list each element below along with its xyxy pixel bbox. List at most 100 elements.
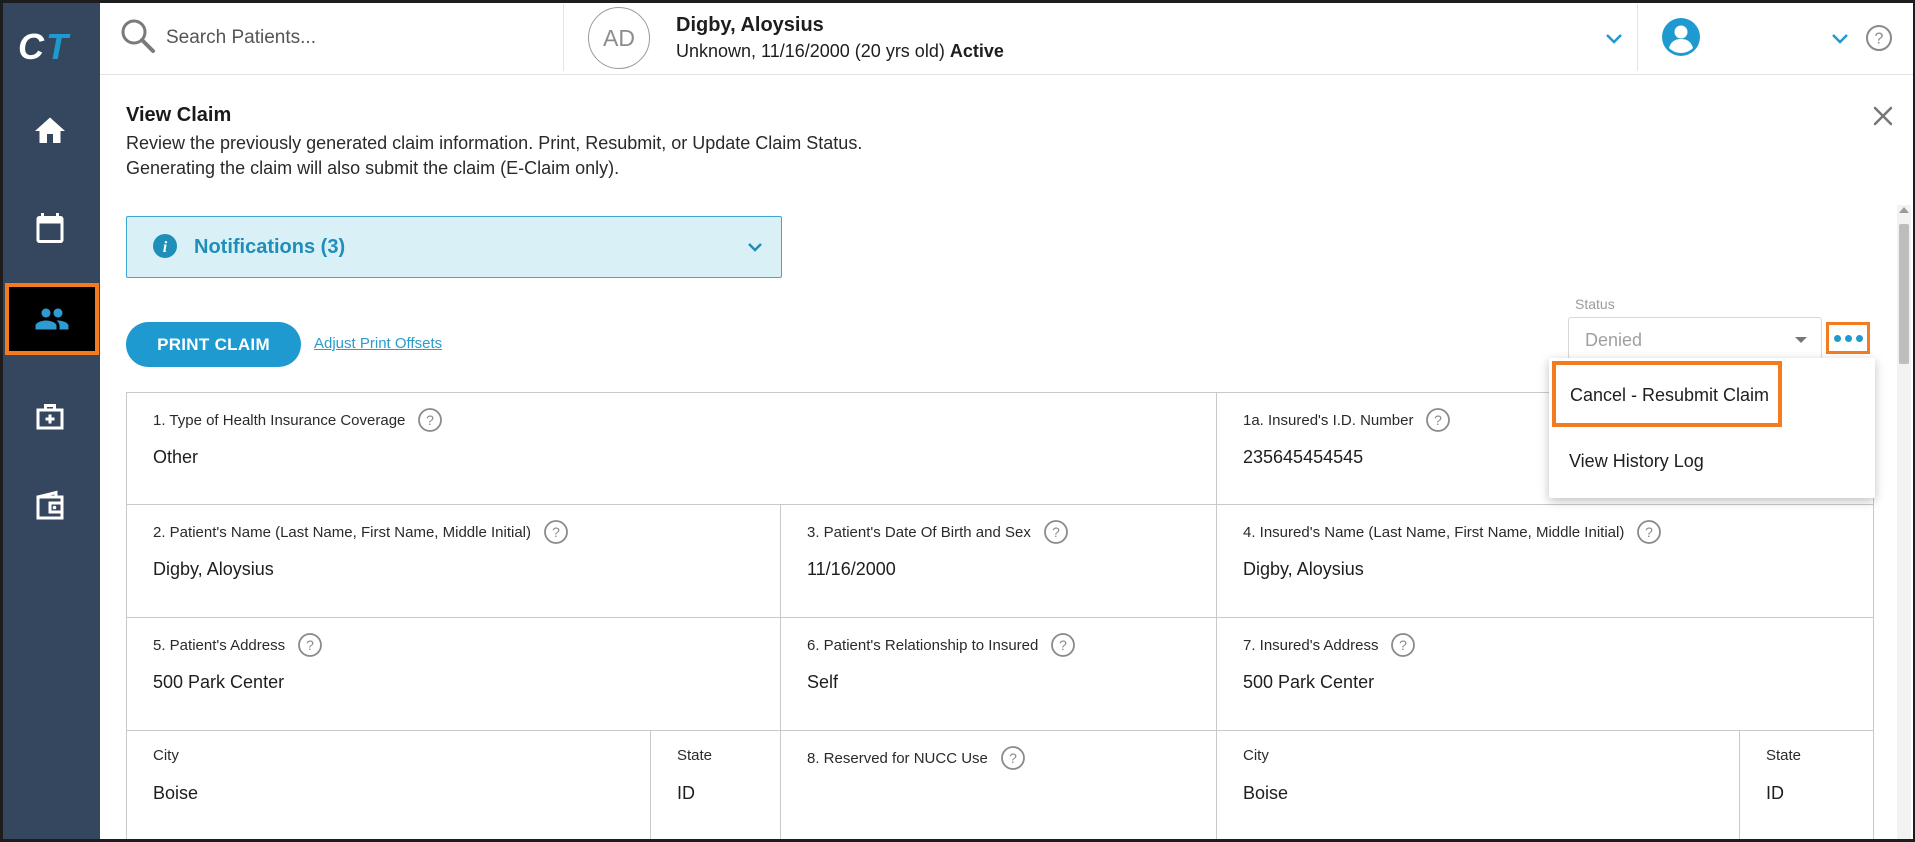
- svg-text:?: ?: [1435, 412, 1443, 428]
- insured-state-value: ID: [1766, 783, 1784, 803]
- field-3-value: 11/16/2000: [807, 559, 896, 579]
- help-icon[interactable]: ?: [1865, 24, 1893, 52]
- user-avatar-icon[interactable]: [1661, 17, 1701, 57]
- svg-text:C: C: [18, 26, 45, 66]
- page-description: Review the previously generated claim in…: [126, 131, 1026, 181]
- field-label: 1. Type of Health Insurance Coverage ?: [153, 407, 443, 433]
- adjust-print-offsets-link[interactable]: Adjust Print Offsets: [314, 335, 442, 352]
- insured-city-value: Boise: [1243, 783, 1289, 803]
- help-icon[interactable]: ?: [297, 632, 323, 658]
- more-dot-icon: [1833, 334, 1841, 342]
- claim-field-7: 7. Insured's Address ? 500 Park Center: [1217, 618, 1874, 731]
- sidebar-item-home[interactable]: [0, 95, 100, 167]
- page-title: View Claim: [126, 104, 232, 126]
- more-dot-icon: [1855, 334, 1863, 342]
- status-value: Denied: [1585, 330, 1643, 350]
- notifications-label: Notifications (3): [194, 236, 346, 258]
- claim-field-1: 1. Type of Health Insurance Coverage ? O…: [127, 393, 1217, 505]
- help-icon[interactable]: ?: [417, 407, 443, 433]
- insured-city-label: City: [1243, 747, 1269, 764]
- svg-text:?: ?: [1645, 524, 1653, 540]
- info-icon: i: [153, 234, 177, 258]
- sidebar: C T: [0, 0, 100, 842]
- page-description-line-1: Review the previously generated claim in…: [126, 133, 863, 153]
- patient-status: Active: [949, 41, 1004, 61]
- more-options-button[interactable]: [1826, 322, 1870, 354]
- topbar-divider-2: [1637, 4, 1638, 71]
- claim-field-5: 5. Patient's Address ? 500 Park Center: [127, 618, 781, 731]
- print-claim-button[interactable]: PRINT CLAIM: [126, 322, 301, 367]
- svg-text:?: ?: [1400, 637, 1408, 653]
- scrollbar-thumb[interactable]: [1899, 224, 1909, 364]
- wallet-icon: [36, 490, 64, 520]
- menu-item-view-history-log[interactable]: View History Log: [1549, 434, 1875, 490]
- field-5-label: 5. Patient's Address: [153, 636, 286, 654]
- sidebar-item-medical[interactable]: [0, 380, 100, 452]
- user-chevron-down-icon[interactable]: [1828, 26, 1852, 50]
- home-icon: [35, 117, 65, 143]
- status-select[interactable]: Denied: [1568, 317, 1822, 363]
- patient-search-input[interactable]: [166, 22, 546, 54]
- field-6-value: Self: [807, 672, 839, 692]
- claim-field-2: 2. Patient's Name (Last Name, First Name…: [127, 505, 781, 618]
- field-1-value: Other: [153, 447, 199, 467]
- claim-field-6: 6. Patient's Relationship to Insured ? S…: [781, 618, 1217, 731]
- help-icon[interactable]: ?: [1425, 407, 1451, 433]
- more-dot-icon: [1844, 334, 1852, 342]
- svg-text:?: ?: [306, 637, 314, 653]
- sidebar-item-patients[interactable]: [5, 283, 99, 355]
- field-1a-label: 1a. Insured's I.D. Number: [1243, 411, 1414, 429]
- help-icon[interactable]: ?: [1000, 745, 1026, 771]
- patient-state-label: State: [677, 747, 713, 764]
- field-label: 3. Patient's Date Of Birth and Sex ?: [807, 519, 1069, 545]
- field-label: 7. Insured's Address ?: [1243, 632, 1416, 658]
- more-options-menu: Cancel - Resubmit Claim View History Log: [1549, 358, 1875, 498]
- patient-chevron-down-icon[interactable]: [1602, 26, 1626, 50]
- patient-details-text: Unknown, 11/16/2000 (20 yrs old): [676, 41, 945, 61]
- claim-field-8: 8. Reserved for NUCC Use ?: [781, 731, 1217, 842]
- notifications-panel[interactable]: i Notifications (3): [126, 216, 782, 278]
- field-6-label: 6. Patient's Relationship to Insured: [807, 636, 1039, 654]
- claim-field-insured-city: City Boise: [1217, 731, 1740, 842]
- claim-field-patient-city: City Boise: [127, 731, 651, 842]
- claim-field-3: 3. Patient's Date Of Birth and Sex ? 11/…: [781, 505, 1217, 618]
- field-label: 8. Reserved for NUCC Use ?: [807, 745, 1026, 771]
- field-8-label: 8. Reserved for NUCC Use: [807, 749, 988, 767]
- patient-city-value: Boise: [153, 783, 199, 803]
- field-label: 5. Patient's Address ?: [153, 632, 323, 658]
- svg-text:i: i: [163, 239, 168, 256]
- svg-text:?: ?: [426, 412, 434, 428]
- patient-city-label: City: [153, 747, 179, 764]
- claim-field-patient-state: State ID: [651, 731, 781, 842]
- field-label: 1a. Insured's I.D. Number ?: [1243, 407, 1451, 433]
- field-3-label: 3. Patient's Date Of Birth and Sex: [807, 523, 1031, 541]
- page-description-line-2: Generating the claim will also submit th…: [126, 158, 620, 178]
- field-1a-value: 235645454545: [1243, 447, 1364, 467]
- scroll-up-arrow-icon[interactable]: [1899, 207, 1909, 213]
- app-logo[interactable]: C T: [16, 26, 84, 66]
- help-icon[interactable]: ?: [1043, 519, 1069, 545]
- menu-item-cancel-resubmit[interactable]: Cancel - Resubmit Claim: [1552, 361, 1782, 427]
- field-7-label: 7. Insured's Address: [1243, 636, 1379, 654]
- svg-text:?: ?: [1059, 637, 1067, 653]
- svg-text:?: ?: [1875, 31, 1884, 48]
- field-1-label: 1. Type of Health Insurance Coverage: [153, 411, 406, 429]
- claim-field-insured-state: State ID: [1740, 731, 1874, 842]
- chevron-down-icon[interactable]: [743, 235, 767, 259]
- close-icon[interactable]: [1869, 102, 1897, 130]
- sidebar-item-wallet[interactable]: [0, 470, 100, 542]
- help-icon[interactable]: ?: [1390, 632, 1416, 658]
- help-icon[interactable]: ?: [543, 519, 569, 545]
- patient-details: Unknown, 11/16/2000 (20 yrs old) Active: [676, 41, 1004, 62]
- top-bar: AD Digby, Aloysius Unknown, 11/16/2000 (…: [100, 0, 1915, 75]
- field-label: 4. Insured's Name (Last Name, First Name…: [1243, 519, 1662, 545]
- help-icon[interactable]: ?: [1050, 632, 1076, 658]
- field-label: 2. Patient's Name (Last Name, First Name…: [153, 519, 569, 545]
- field-7-value: 500 Park Center: [1243, 672, 1375, 692]
- sidebar-item-calendar[interactable]: [0, 192, 100, 264]
- help-icon[interactable]: ?: [1636, 519, 1662, 545]
- svg-text:?: ?: [552, 524, 560, 540]
- svg-text:T: T: [46, 26, 71, 66]
- patient-avatar: AD: [588, 7, 650, 69]
- search-icon[interactable]: [118, 16, 158, 56]
